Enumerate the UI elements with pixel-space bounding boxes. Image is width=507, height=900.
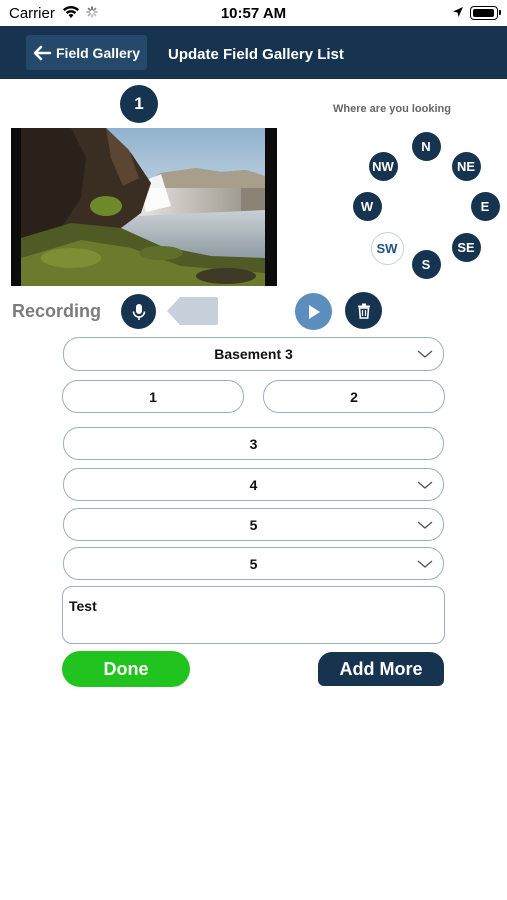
field-3-input[interactable]: 3	[63, 427, 444, 460]
status-bar: Carrier 10:57 AM	[0, 0, 507, 26]
select-5a-value: 5	[249, 516, 258, 533]
select-5b[interactable]: 5	[63, 547, 444, 580]
field-photo[interactable]	[11, 128, 277, 286]
field-1-input[interactable]: 1	[62, 380, 244, 413]
location-arrow-icon	[453, 7, 463, 17]
play-button[interactable]	[295, 293, 332, 330]
recording-label: Recording	[12, 301, 102, 321]
direction-button-w[interactable]: W	[352, 191, 382, 221]
direction-picker-title: Where are you looking	[333, 103, 451, 115]
field-2-input[interactable]: 2	[263, 380, 445, 413]
play-icon	[308, 304, 320, 319]
notes-textarea[interactable]: Test	[62, 586, 445, 644]
done-button[interactable]: Done	[62, 651, 190, 687]
chevron-down-icon	[417, 520, 433, 529]
direction-button-s[interactable]: S	[411, 249, 441, 279]
back-button[interactable]: Field Gallery	[26, 35, 147, 70]
trash-icon	[357, 303, 370, 319]
direction-button-sw[interactable]: SW	[370, 231, 404, 265]
audio-tag-icon	[167, 297, 218, 325]
navigation-bar: Field Gallery Update Field Gallery List	[0, 26, 507, 79]
field-1-value: 1	[149, 388, 157, 405]
select-5a[interactable]: 5	[63, 508, 444, 541]
notes-value: Test	[69, 598, 97, 614]
direction-button-se[interactable]: SE	[451, 232, 481, 262]
chevron-down-icon	[417, 480, 433, 489]
direction-button-e[interactable]: E	[470, 191, 500, 221]
waterfall-photo-image	[11, 128, 277, 286]
page-title: Update Field Gallery List	[168, 46, 344, 63]
microphone-icon	[132, 303, 145, 320]
back-arrow-icon	[33, 45, 52, 60]
add-more-button[interactable]: Add More	[318, 652, 444, 686]
clock: 10:57 AM	[220, 5, 287, 22]
select-4[interactable]: 4	[63, 468, 444, 501]
location-select-value: Basement 3	[214, 346, 293, 362]
direction-button-ne[interactable]: NE	[451, 151, 481, 181]
record-button[interactable]	[121, 294, 156, 329]
direction-button-nw[interactable]: NW	[368, 151, 398, 181]
field-2-value: 2	[350, 388, 358, 405]
location-select[interactable]: Basement 3	[63, 337, 444, 371]
delete-recording-button[interactable]	[345, 292, 382, 329]
battery-icon	[470, 6, 501, 20]
back-button-label: Field Gallery	[56, 44, 141, 61]
direction-button-n[interactable]: N	[411, 131, 441, 161]
field-3-value: 3	[249, 435, 258, 452]
photo-index-badge: 1	[120, 85, 158, 123]
select-4-value: 4	[249, 476, 258, 493]
chevron-down-icon	[417, 559, 433, 568]
select-5b-value: 5	[249, 555, 258, 572]
chevron-down-icon	[417, 350, 433, 358]
